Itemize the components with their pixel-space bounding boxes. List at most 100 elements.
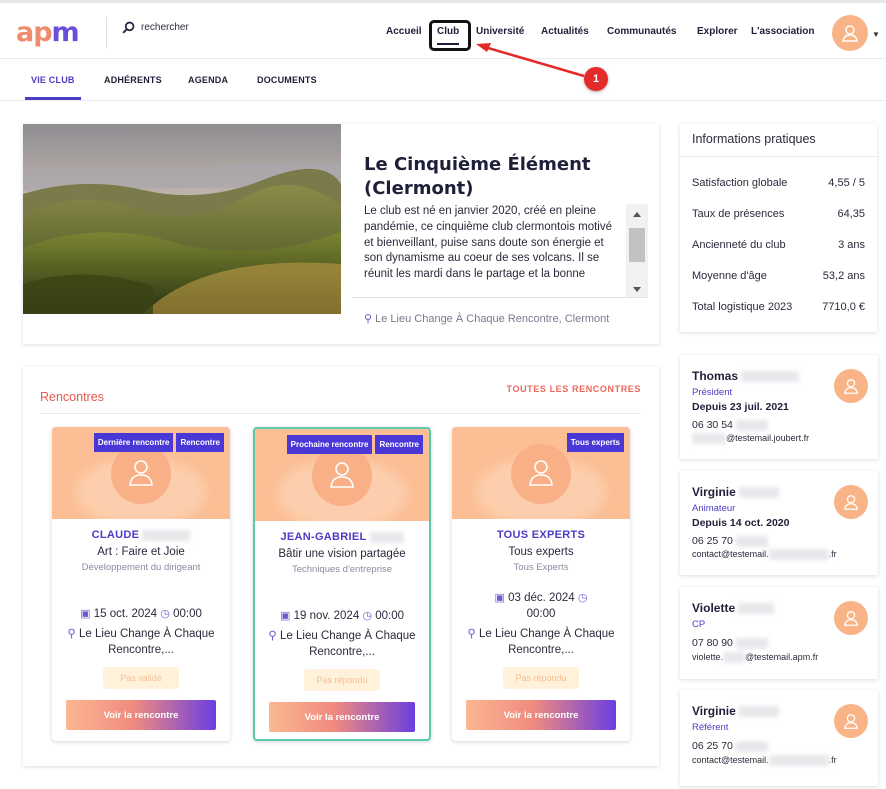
club-card: Le Cinquième Élément (Clermont) Le club …: [23, 124, 659, 344]
tab-vie-club[interactable]: VIE CLUB: [25, 75, 81, 100]
club-description: Le club est né en janvier 2020, créé en …: [364, 205, 613, 281]
nav-accueil[interactable]: Accueil: [386, 26, 422, 37]
member-email[interactable]: contact@testemail. .fr: [692, 549, 837, 561]
info-row: Taux de présences 64,35: [692, 208, 865, 220]
user-icon: [842, 25, 858, 42]
member-role: Référent: [692, 722, 729, 733]
speaker-name: JEAN-GABRIEL: [255, 531, 429, 543]
meeting-card[interactable]: Dernière rencontre Rencontre CLAUDE Art …: [52, 427, 230, 741]
club-location-text: Le Lieu Change À Chaque Rencontre, Clerm…: [375, 313, 610, 325]
tab-adherents[interactable]: ADHÉRENTS: [104, 75, 162, 85]
apm-logo[interactable]: apm: [16, 19, 80, 47]
nav-actualites[interactable]: Actualités: [541, 26, 589, 37]
search-placeholder[interactable]: rechercher: [141, 22, 189, 33]
club-highlight-box: [429, 20, 471, 51]
search-box[interactable]: rechercher: [122, 21, 189, 34]
info-label: Taux de présences: [692, 208, 785, 220]
meeting-location: ⚲ Le Lieu Change À Chaque Rencontre,...: [265, 628, 419, 660]
user-avatar[interactable]: [832, 15, 868, 51]
status-badge: Pas validé: [103, 667, 179, 689]
meeting-datetime: ▣ 19 nov. 2024 ◷ 00:00: [267, 608, 417, 624]
meeting-datetime: ▣ 15 oct. 2024 ◷ 00:00: [64, 606, 218, 622]
meeting-type-badge: Rencontre: [176, 433, 224, 452]
member-email[interactable]: contact@testemail. .fr: [692, 755, 837, 767]
view-meeting-button[interactable]: Voir la rencontre: [66, 700, 216, 730]
info-label: Satisfaction globale: [692, 177, 788, 189]
view-meeting-button[interactable]: Voir la rencontre: [269, 702, 415, 732]
member-card-referent[interactable]: Virginie Référent 06 25 70 contact@teste…: [680, 690, 878, 786]
status-badge: Pas répondu: [304, 669, 380, 691]
top-bar: apm rechercher Accueil Club Université A…: [0, 3, 886, 59]
meeting-card[interactable]: Tous experts TOUS EXPERTS Tous experts T…: [452, 427, 630, 741]
member-avatar: [834, 369, 868, 403]
user-placeholder-icon: [129, 460, 153, 486]
chevron-down-icon[interactable]: ▼: [872, 30, 880, 39]
member-phone: 06 25 70: [692, 740, 768, 752]
member-role: Président: [692, 387, 733, 398]
meeting-category: Tous Experts: [513, 562, 569, 573]
member-name: Virginie: [692, 704, 779, 718]
info-row: Satisfaction globale 4,55 / 5: [692, 177, 865, 189]
status-badge: Pas répondu: [503, 667, 579, 689]
info-value: 4,55 / 5: [828, 177, 865, 189]
scrollbar-thumb[interactable]: [629, 228, 645, 262]
meeting-time: 00:00: [375, 610, 405, 622]
nav-communautes[interactable]: Communautés: [607, 26, 676, 37]
member-role: CP: [692, 619, 706, 630]
calendar-icon: ▣: [494, 592, 505, 604]
meeting-type-badge: Rencontre: [375, 435, 423, 454]
meeting-time: 00:00: [526, 608, 556, 620]
meeting-subject: Tous experts: [508, 546, 574, 558]
user-icon: [843, 379, 859, 394]
meeting-card-next[interactable]: Prochaine rencontre Rencontre JEAN-GABRI…: [253, 427, 431, 741]
member-card-cp[interactable]: Violette CP 07 80 90 violette. @testemail…: [680, 587, 878, 679]
member-card-animateur[interactable]: Virginie Animateur Depuis 14 oct. 2020 0…: [680, 471, 878, 575]
meeting-location: ⚲ Le Lieu Change À Chaque Rencontre,...: [462, 626, 620, 658]
scroll-down-icon[interactable]: [626, 282, 648, 296]
info-label: Ancienneté du club: [692, 239, 786, 251]
description-scrollbar[interactable]: [626, 204, 648, 297]
tab-agenda[interactable]: AGENDA: [188, 75, 228, 85]
meeting-datetime: ▣ 03 déc. 2024 ◷ 00:00: [464, 590, 618, 622]
location-pin-icon: ⚲: [364, 313, 373, 325]
meetings-section: Rencontres TOUTES LES RENCONTRES Dernièr…: [23, 367, 659, 766]
tab-documents[interactable]: DOCUMENTS: [257, 75, 317, 85]
last-meeting-badge: Dernière rencontre: [93, 433, 174, 452]
member-avatar: [834, 601, 868, 635]
club-location: ⚲ Le Lieu Change À Chaque Rencontre, Cle…: [364, 311, 614, 327]
member-name: Violette: [692, 601, 775, 615]
member-phone: 07 80 90: [692, 637, 768, 649]
nav-association[interactable]: L'association: [751, 26, 815, 37]
member-card-president[interactable]: Thomas Président Depuis 23 juil. 2021 06…: [680, 355, 878, 459]
meeting-date: 19 nov. 2024: [293, 610, 360, 622]
member-name: Thomas: [692, 369, 800, 383]
meeting-location-text: Le Lieu Change À Chaque Rencontre,...: [79, 628, 215, 656]
clock-icon: ◷: [577, 592, 588, 604]
meeting-location-text: Le Lieu Change À Chaque Rencontre,...: [280, 630, 416, 658]
meeting-category: Techniques d'entreprise: [291, 564, 393, 575]
all-meetings-link[interactable]: TOUTES LES RENCONTRES: [507, 384, 641, 394]
user-icon: [843, 714, 859, 729]
meeting-card-header: Tous experts: [452, 427, 630, 519]
meeting-card-header: Prochaine rencontre Rencontre: [255, 429, 429, 521]
sub-navigation: VIE CLUB ADHÉRENTS AGENDA DOCUMENTS: [0, 60, 886, 101]
member-avatar: [834, 704, 868, 738]
info-label: Total logistique 2023: [692, 301, 793, 313]
meeting-subject: Art : Faire et Joie: [97, 546, 185, 558]
meeting-card-header: Dernière rencontre Rencontre: [52, 427, 230, 519]
member-email[interactable]: violette. @testemail.apm.fr: [692, 652, 818, 664]
club-description-box: Le club est né en janvier 2020, créé en …: [352, 204, 648, 298]
member-phone: 06 30 54: [692, 419, 768, 431]
member-email[interactable]: @testemail.joubert.fr: [692, 433, 809, 445]
view-meeting-button[interactable]: Voir la rencontre: [466, 700, 616, 730]
user-placeholder-icon: [529, 460, 553, 486]
user-icon: [843, 495, 859, 510]
speaker-name: TOUS EXPERTS: [496, 529, 586, 541]
scroll-up-icon[interactable]: [626, 207, 648, 221]
info-divider: [680, 156, 877, 157]
meeting-location-text: Le Lieu Change À Chaque Rencontre,...: [479, 628, 615, 656]
nav-universite[interactable]: Université: [476, 26, 524, 37]
nav-explorer[interactable]: Explorer: [697, 26, 738, 37]
info-card: Informations pratiques Satisfaction glob…: [680, 124, 877, 332]
next-meeting-badge: Prochaine rencontre: [286, 435, 373, 454]
